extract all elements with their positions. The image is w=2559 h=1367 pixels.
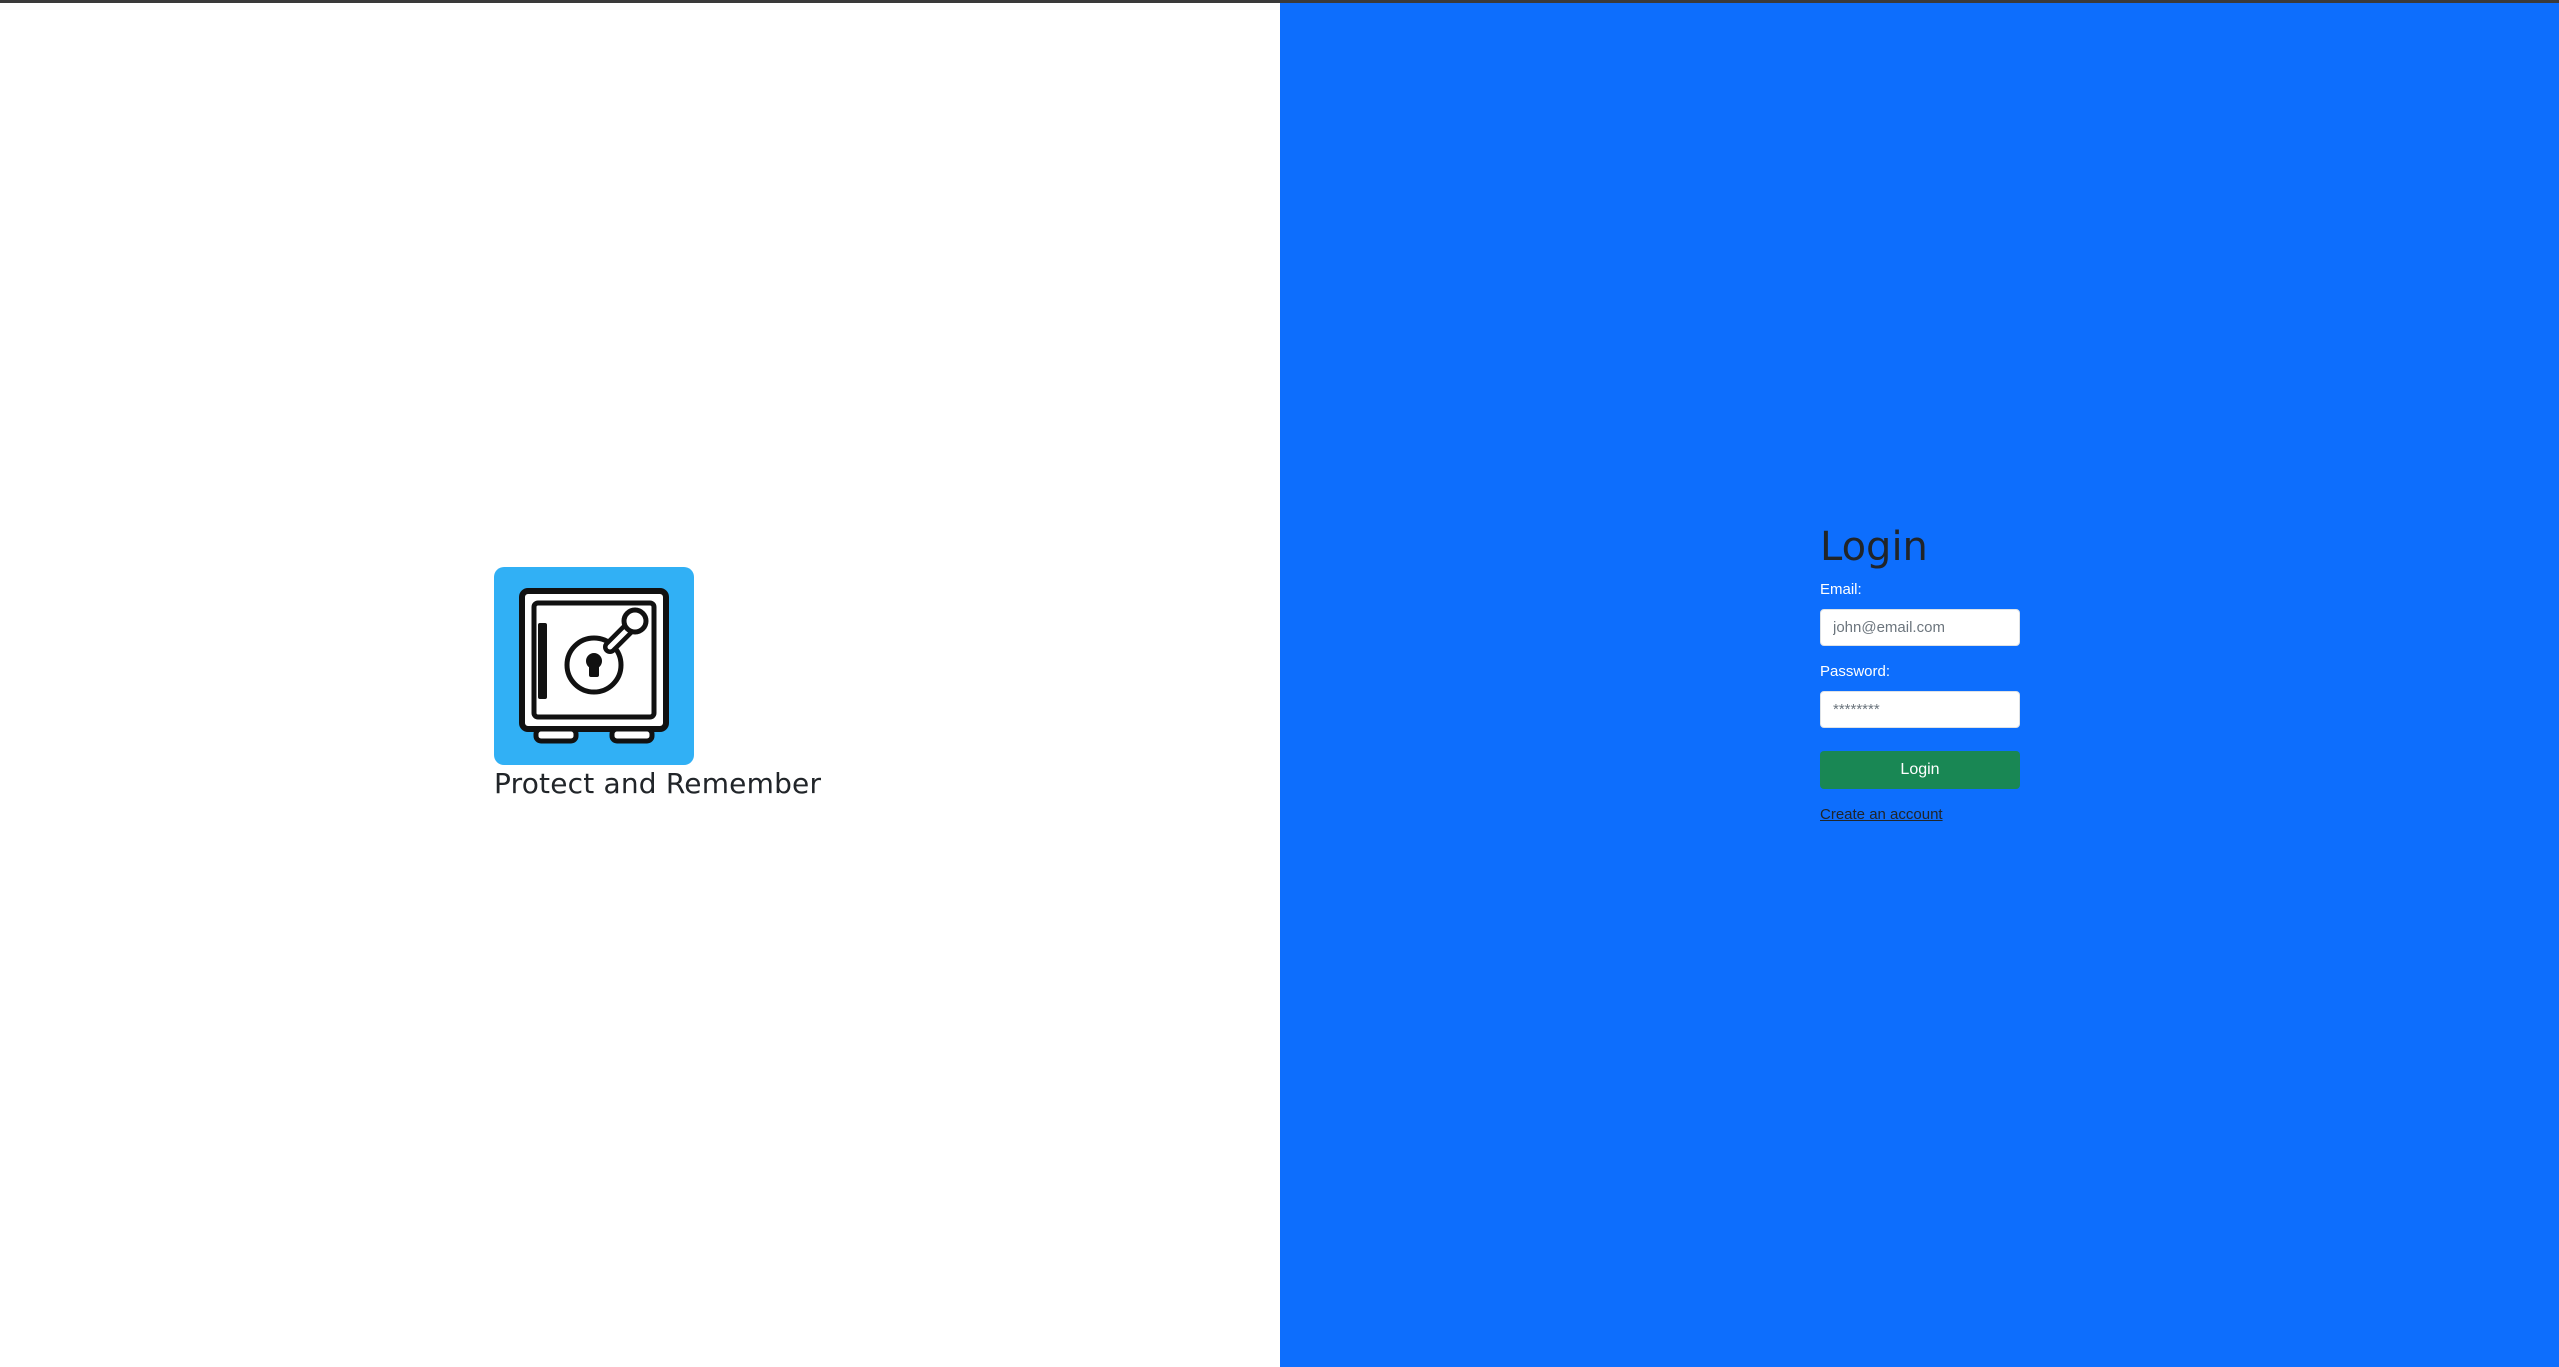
create-account-link[interactable]: Create an account — [1820, 806, 1943, 823]
login-page: Protect and Remember Login Email: Passwo… — [0, 3, 2559, 1367]
login-form: Login Email: Password: Login Create an a… — [1820, 525, 2022, 824]
email-field[interactable] — [1820, 609, 2020, 646]
login-panel: Login Email: Password: Login Create an a… — [1280, 3, 2559, 1367]
tagline: Protect and Remember — [494, 767, 822, 800]
safe-icon — [519, 588, 669, 744]
brand-block: Protect and Remember — [494, 567, 821, 800]
login-button[interactable]: Login — [1820, 751, 2020, 789]
email-label: Email: — [1820, 581, 1862, 598]
login-heading: Login — [1820, 524, 1928, 570]
app-logo — [494, 567, 694, 765]
password-field[interactable] — [1820, 691, 2020, 728]
password-label: Password: — [1820, 663, 1891, 680]
branding-panel: Protect and Remember — [0, 3, 1280, 1367]
